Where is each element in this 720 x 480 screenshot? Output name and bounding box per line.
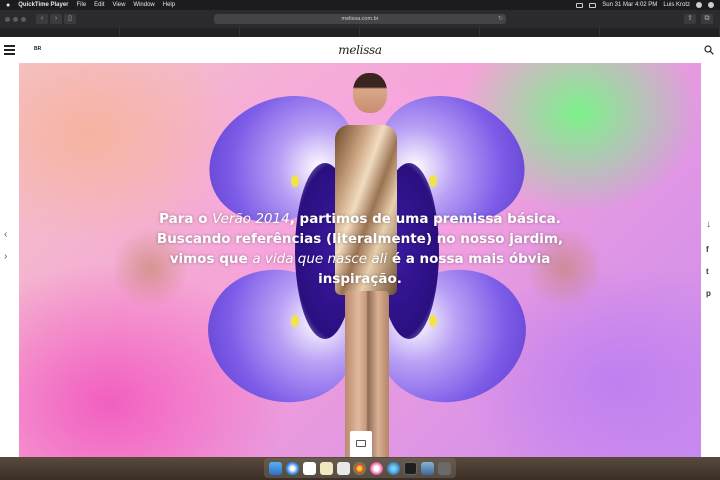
calendar-icon[interactable]	[302, 461, 316, 475]
back-button[interactable]: ‹	[36, 14, 48, 24]
battery-icon[interactable]	[589, 2, 597, 8]
hero-banner: Para o Verão 2014, partimos de uma premi…	[19, 63, 701, 457]
drawer-icon	[356, 440, 366, 447]
apple-menu-icon[interactable]: ●	[6, 2, 10, 9]
siri-icon[interactable]	[696, 2, 702, 8]
tab[interactable]	[240, 28, 360, 37]
textedit-icon[interactable]	[336, 461, 350, 475]
menubar-user[interactable]: Luis Krotz	[663, 2, 690, 8]
reload-icon[interactable]: ↻	[498, 14, 503, 24]
macos-menubar: ● QuickTime Player File Edit View Window…	[0, 0, 720, 10]
browser-toolbar: ‹ › ▯ melissa.com.br ↻ ⇪ ⧉	[0, 10, 720, 28]
forward-button[interactable]: ›	[50, 14, 62, 24]
tab[interactable]	[480, 28, 600, 37]
tab[interactable]	[120, 28, 240, 37]
minimize-window-button[interactable]	[13, 16, 18, 22]
menu-edit[interactable]: Edit	[94, 2, 104, 8]
menu-file[interactable]: File	[76, 2, 86, 8]
tab[interactable]	[360, 28, 480, 37]
tab-strip	[0, 28, 720, 37]
menu-window[interactable]: Window	[133, 2, 154, 8]
search-icon[interactable]	[704, 45, 714, 55]
twitter-icon[interactable]: t	[706, 267, 709, 276]
flower-pollen	[291, 175, 299, 187]
menubar-clock[interactable]: Sun 31 Mar 4:02 PM	[602, 2, 657, 8]
toolbar-right: ⇪ ⧉	[684, 14, 715, 24]
chrome-icon[interactable]	[353, 461, 367, 475]
address-url: melissa.com.br	[341, 16, 379, 22]
scroll-down-icon[interactable]: ↓	[706, 219, 711, 230]
site-header: BR melissa	[0, 37, 720, 63]
flower-pollen	[429, 175, 437, 187]
site-logo[interactable]: melissa	[0, 43, 720, 57]
left-rail: ‹ ›	[0, 63, 19, 457]
hero-headline: Para o Verão 2014, partimos de uma premi…	[149, 209, 571, 289]
menubar-app-name[interactable]: QuickTime Player	[18, 2, 68, 8]
close-window-button[interactable]	[5, 16, 10, 22]
flower-pollen	[429, 315, 437, 327]
finder-icon[interactable]	[269, 461, 282, 475]
sidebar-toggle-icon[interactable]: ▯	[64, 14, 76, 24]
address-bar[interactable]: melissa.com.br ↻	[214, 14, 506, 24]
preview-icon[interactable]	[421, 461, 435, 475]
model-head	[353, 73, 387, 113]
flower-pollen	[291, 315, 299, 327]
terminal-icon[interactable]	[404, 461, 418, 475]
share-icon[interactable]: ⇪	[684, 14, 696, 24]
zoom-window-button[interactable]	[21, 16, 26, 22]
notification-center-icon[interactable]	[708, 2, 714, 8]
next-slide-button[interactable]: ›	[4, 251, 7, 262]
prev-slide-button[interactable]: ‹	[4, 229, 7, 240]
right-rail: ↓ f t p	[701, 63, 720, 457]
hero-text-emphasis: a vida que nasce ali	[252, 251, 388, 267]
dock-shelf	[264, 458, 456, 478]
wifi-icon[interactable]	[576, 2, 584, 8]
safari-icon[interactable]	[285, 461, 299, 475]
tab[interactable]	[600, 28, 720, 37]
tab[interactable]	[0, 28, 120, 37]
menu-help[interactable]: Help	[163, 2, 175, 8]
macos-dock	[0, 457, 720, 480]
firefox-icon[interactable]	[387, 461, 401, 475]
status-area: Sun 31 Mar 4:02 PM Luis Krotz	[576, 2, 714, 8]
tabs-overview-icon[interactable]: ⧉	[701, 14, 713, 24]
trash-icon[interactable]	[437, 461, 451, 475]
collection-drawer-button[interactable]	[350, 431, 372, 457]
notes-icon[interactable]	[319, 461, 333, 475]
window-controls	[5, 16, 26, 22]
facebook-icon[interactable]: f	[706, 245, 709, 254]
hero-text-emphasis: Verão 2014	[212, 211, 290, 227]
itunes-icon[interactable]	[370, 461, 384, 475]
menu-view[interactable]: View	[113, 2, 126, 8]
pinterest-icon[interactable]: p	[706, 289, 711, 298]
hero-text-part: Para o	[159, 211, 213, 227]
